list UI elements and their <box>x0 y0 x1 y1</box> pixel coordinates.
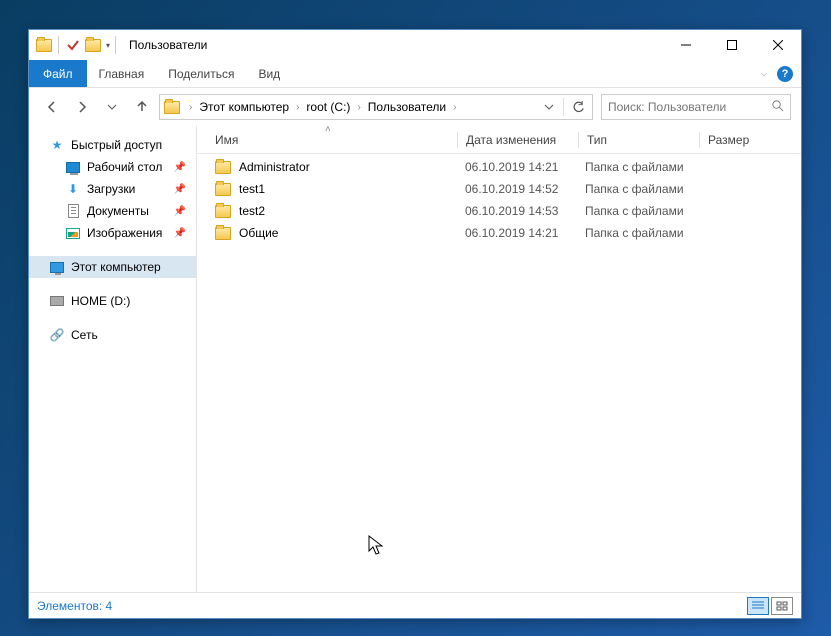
sidebar-item-drive[interactable]: HOME (D:) <box>29 290 196 312</box>
file-date: 06.10.2019 14:21 <box>457 226 577 240</box>
status-text: Элементов: 4 <box>37 599 112 613</box>
search-icon[interactable] <box>771 99 784 115</box>
folder-icon <box>215 183 231 196</box>
search-box[interactable] <box>601 94 791 120</box>
downloads-icon: ⬇ <box>65 181 81 197</box>
sidebar-quick-access[interactable]: ★ Быстрый доступ <box>29 134 196 156</box>
sidebar-item-downloads[interactable]: ⬇ Загрузки 📌 <box>29 178 196 200</box>
column-header-type[interactable]: Тип <box>579 126 699 153</box>
window-title: Пользователи <box>129 38 207 52</box>
up-button[interactable] <box>129 94 155 120</box>
address-folder-icon <box>164 101 180 114</box>
breadcrumb-segment[interactable]: Пользователи <box>364 95 450 119</box>
chevron-right-icon[interactable]: › <box>450 102 459 113</box>
view-large-icons-button[interactable] <box>771 597 793 615</box>
properties-icon[interactable] <box>64 36 82 54</box>
documents-icon <box>65 203 81 219</box>
sidebar-item-images[interactable]: Изображения 📌 <box>29 222 196 244</box>
ribbon: Файл Главная Поделиться Вид ⌵ ? <box>29 60 801 88</box>
file-row[interactable]: test2 06.10.2019 14:53Папка с файлами <box>197 200 801 222</box>
forward-button[interactable] <box>69 94 95 120</box>
pin-icon: 📌 <box>174 206 186 217</box>
file-list: ˄ Имя Дата изменения Тип Размер Administ… <box>197 126 801 592</box>
file-name: test2 <box>239 204 265 218</box>
separator <box>563 98 564 116</box>
file-name: test1 <box>239 182 265 196</box>
close-button[interactable] <box>755 30 801 60</box>
pin-icon: 📌 <box>174 162 186 173</box>
separator <box>115 36 116 54</box>
sort-indicator-icon: ˄ <box>325 126 331 135</box>
view-details-button[interactable] <box>747 597 769 615</box>
title-bar: ▾ Пользователи <box>29 30 801 60</box>
tab-view[interactable]: Вид <box>246 60 292 87</box>
file-name: Общие <box>239 226 278 240</box>
history-dropdown-icon[interactable] <box>99 94 125 120</box>
qat-dropdown-icon[interactable]: ▾ <box>106 41 110 50</box>
pin-icon: 📌 <box>174 184 186 195</box>
ribbon-expand-icon[interactable]: ⌵ <box>761 69 767 79</box>
file-type: Папка с файлами <box>577 182 697 196</box>
drive-icon <box>49 293 65 309</box>
folder-icon <box>215 205 231 218</box>
file-date: 06.10.2019 14:52 <box>457 182 577 196</box>
chevron-right-icon[interactable]: › <box>354 102 363 113</box>
separator <box>58 36 59 54</box>
pc-icon <box>49 259 65 275</box>
folder-icon <box>215 161 231 174</box>
refresh-button[interactable] <box>566 95 590 119</box>
sidebar-item-documents[interactable]: Документы 📌 <box>29 200 196 222</box>
explorer-window: ▾ Пользователи Файл Главная Поделиться В… <box>28 29 802 619</box>
search-input[interactable] <box>608 100 771 114</box>
maximize-button[interactable] <box>709 30 755 60</box>
window-controls <box>663 30 801 60</box>
sidebar-item-desktop[interactable]: Рабочий стол 📌 <box>29 156 196 178</box>
list-header: ˄ Имя Дата изменения Тип Размер <box>197 126 801 154</box>
column-header-size[interactable]: Размер <box>700 126 801 153</box>
list-body: Administrator06.10.2019 14:21Папка с фай… <box>197 154 801 592</box>
breadcrumb-segment[interactable]: root (C:) <box>302 95 354 119</box>
address-bar[interactable]: › Этот компьютер › root (C:) › Пользоват… <box>159 94 593 120</box>
app-folder-icon <box>35 36 53 54</box>
file-row[interactable]: test1 06.10.2019 14:52Папка с файлами <box>197 178 801 200</box>
network-icon: 🔗 <box>49 327 65 343</box>
file-name: Administrator <box>239 160 310 174</box>
breadcrumb-segment[interactable]: Этот компьютер <box>195 95 293 119</box>
folder-icon <box>215 227 231 240</box>
tab-home[interactable]: Главная <box>87 60 157 87</box>
file-date: 06.10.2019 14:21 <box>457 160 577 174</box>
file-type: Папка с файлами <box>577 226 697 240</box>
file-type: Папка с файлами <box>577 204 697 218</box>
column-header-name[interactable]: Имя <box>207 126 457 153</box>
file-row[interactable]: Общие 06.10.2019 14:21Папка с файлами <box>197 222 801 244</box>
chevron-right-icon[interactable]: › <box>186 102 195 113</box>
nav-row: › Этот компьютер › root (C:) › Пользоват… <box>29 88 801 126</box>
column-header-date[interactable]: Дата изменения <box>458 126 578 153</box>
tab-share[interactable]: Поделиться <box>156 60 246 87</box>
file-tab[interactable]: Файл <box>29 60 87 87</box>
minimize-button[interactable] <box>663 30 709 60</box>
sidebar-item-network[interactable]: 🔗 Сеть <box>29 324 196 346</box>
status-bar: Элементов: 4 <box>29 592 801 618</box>
file-date: 06.10.2019 14:53 <box>457 204 577 218</box>
new-folder-icon[interactable] <box>84 36 102 54</box>
pictures-icon <box>65 225 81 241</box>
quick-access-toolbar: ▾ Пользователи <box>29 36 207 54</box>
address-dropdown-icon[interactable] <box>537 95 561 119</box>
navigation-pane: ★ Быстрый доступ Рабочий стол 📌 ⬇ Загруз… <box>29 126 197 592</box>
chevron-right-icon[interactable]: › <box>293 102 302 113</box>
file-type: Папка с файлами <box>577 160 697 174</box>
pin-icon: 📌 <box>174 228 186 239</box>
help-icon[interactable]: ? <box>777 66 793 82</box>
star-icon: ★ <box>49 137 65 153</box>
file-row[interactable]: Administrator 06.10.2019 14:21Папка с фай… <box>197 156 801 178</box>
sidebar-item-this-pc[interactable]: Этот компьютер <box>29 256 196 278</box>
desktop-icon <box>65 159 81 175</box>
content-area: ★ Быстрый доступ Рабочий стол 📌 ⬇ Загруз… <box>29 126 801 592</box>
back-button[interactable] <box>39 94 65 120</box>
